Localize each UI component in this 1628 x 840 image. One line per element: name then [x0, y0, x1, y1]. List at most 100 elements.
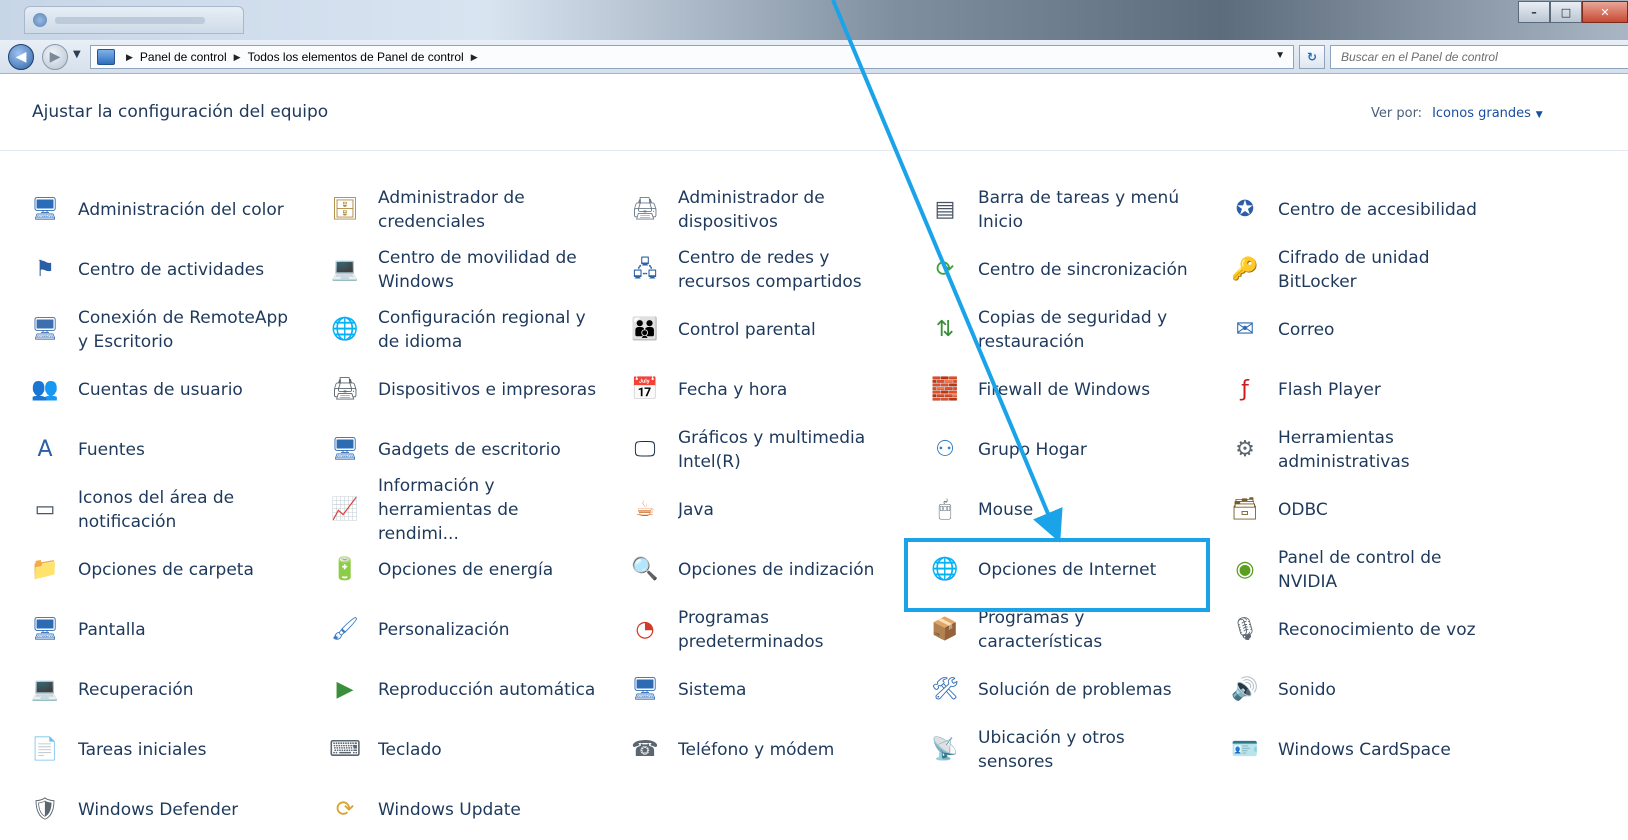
network-center-icon: 🖧	[632, 257, 658, 282]
control-panel-item[interactable]: 🗃 ODBC	[1228, 480, 1528, 540]
control-panel-item[interactable]: ⟳ Centro de sincronización	[928, 240, 1228, 300]
control-panel-item[interactable]: 🔍 Opciones de indización	[628, 540, 928, 600]
control-panel-item[interactable]: ⌨ Teclado	[328, 720, 628, 780]
control-panel-item-label: Teléfono y módem	[678, 740, 835, 760]
close-button[interactable]: ✕	[1582, 1, 1628, 23]
cardspace-icon: 🪪	[1231, 737, 1259, 762]
control-panel-item-label: Conexión de RemoteApp y Escritorio	[78, 308, 289, 352]
fonts-icon: A	[37, 437, 53, 462]
control-panel-item[interactable]: 🖧 Centro de redes y recursos compartidos	[628, 240, 928, 300]
control-panel-item[interactable]: 🖨 Administrador de dispositivos	[628, 180, 928, 240]
view-by-value[interactable]: Iconos grandes	[1432, 106, 1531, 121]
control-panel-item-label: Centro de redes y recursos compartidos	[678, 248, 862, 292]
control-panel-item[interactable]: ☕ Java	[628, 480, 928, 540]
sync-center-icon: ⟳	[935, 257, 955, 282]
control-panel-item[interactable]: 🌐 Configuración regional y de idioma	[328, 300, 628, 360]
keyboard-icon: ⌨	[329, 737, 361, 762]
view-by-label: Ver por:	[1371, 106, 1423, 121]
control-panel-item[interactable]: 🖥 Administración del color	[28, 180, 328, 240]
control-panel-item[interactable]: 🖵 Gráficos y multimedia Intel(R)	[628, 420, 928, 480]
control-panel-item[interactable]: A Fuentes	[28, 420, 328, 480]
control-panel-item[interactable]: ⇅ Copias de seguridad y restauración	[928, 300, 1228, 360]
control-panel-item-label: Información y herramientas de rendimi...	[378, 476, 519, 544]
control-panel-item[interactable]: 🖌 Personalización	[328, 600, 628, 660]
control-panel-item[interactable]: 📁 Opciones de carpeta	[28, 540, 328, 600]
chevron-right-icon[interactable]: ▶	[126, 52, 133, 63]
sound-icon: 🔊	[1231, 677, 1259, 702]
control-panel-item[interactable]: 👥 Cuentas de usuario	[28, 360, 328, 420]
view-by-dropdown[interactable]: Iconos grandes ▼	[1432, 106, 1543, 121]
bitlocker-key-icon: 🔑	[1231, 257, 1259, 282]
breadcrumb[interactable]: ▶ Panel de control ▶ Todos los elementos…	[90, 45, 1294, 69]
control-panel-item[interactable]: 🗄 Administrador de credenciales	[328, 180, 628, 240]
control-panel-icon	[97, 49, 115, 65]
mouse-icon: 🖱	[938, 497, 952, 522]
control-panel-item[interactable]: 🔋 Opciones de energía	[328, 540, 628, 600]
back-button[interactable]: ◀	[8, 44, 34, 70]
control-panel-item[interactable]: 🛠 Solución de problemas	[928, 660, 1228, 720]
refresh-button[interactable]: ↻	[1299, 45, 1325, 69]
control-panel-item[interactable]: ▭ Iconos del área de notificación	[28, 480, 328, 540]
control-panel-item-label: Administración del color	[78, 200, 284, 220]
breadcrumb-item-all-items[interactable]: Todos los elementos de Panel de control	[248, 50, 464, 64]
forward-button[interactable]: ▶	[42, 44, 68, 70]
control-panel-item[interactable]: 🛡 Windows Defender	[28, 780, 328, 840]
firewall-icon: 🧱	[931, 377, 959, 402]
control-panel-item[interactable]: ◔ Programas predeterminados	[628, 600, 928, 660]
control-panel-item[interactable]: 🎙 Reconocimiento de voz	[1228, 600, 1528, 660]
control-panel-item[interactable]: 📦 Programas y características	[928, 600, 1228, 660]
action-center-flag-icon: ⚑	[35, 257, 55, 282]
control-panel-item[interactable]: 📡 Ubicación y otros sensores	[928, 720, 1228, 780]
breadcrumb-item-control-panel[interactable]: Panel de control	[140, 50, 227, 64]
control-panel-item[interactable]: ⚇ Grupo Hogar	[928, 420, 1228, 480]
devices-printers-icon: 🖨	[331, 377, 359, 402]
control-panel-item-label: Gadgets de escritorio	[378, 440, 561, 460]
control-panel-item[interactable]: ⚑ Centro de actividades	[28, 240, 328, 300]
chevron-right-icon[interactable]: ▶	[471, 52, 478, 63]
control-panel-item[interactable]: ☎ Teléfono y módem	[628, 720, 928, 780]
control-panel-item[interactable]: ⟳ Windows Update	[328, 780, 628, 840]
control-panel-item[interactable]: ✉ Correo	[1228, 300, 1528, 360]
chevron-down-icon[interactable]: ▼	[1533, 110, 1543, 120]
minimize-button[interactable]: –	[1518, 1, 1550, 23]
control-panel-item[interactable]: 🔊 Sonido	[1228, 660, 1528, 720]
control-panel-item[interactable]: 👪 Control parental	[628, 300, 928, 360]
control-panel-item[interactable]: 🖱 Mouse	[928, 480, 1228, 540]
troubleshooting-icon: 🛠	[931, 677, 959, 702]
control-panel-item[interactable]: 🖥 Gadgets de escritorio	[328, 420, 628, 480]
control-panel-item-label: Administrador de dispositivos	[678, 188, 825, 232]
control-panel-item[interactable]: 🌐 Opciones de Internet	[928, 540, 1228, 600]
control-panel-item[interactable]: ✪ Centro de accesibilidad	[1228, 180, 1528, 240]
control-panel-item-label: Tareas iniciales	[78, 740, 207, 760]
search-box[interactable]	[1330, 45, 1628, 69]
control-panel-item-label: Configuración regional y de idioma	[378, 308, 586, 352]
default-programs-icon: ◔	[635, 617, 655, 642]
date-time-icon: 📅	[631, 377, 659, 402]
control-panel-item[interactable]: 🖥 Sistema	[628, 660, 928, 720]
control-panel-item[interactable]: 📈 Información y herramientas de rendimi..…	[328, 476, 628, 544]
mail-icon: ✉	[1235, 317, 1255, 342]
control-panel-item-label: Recuperación	[78, 680, 194, 700]
control-panel-item[interactable]: 🪪 Windows CardSpace	[1228, 720, 1528, 780]
control-panel-item[interactable]: ◉ Panel de control de NVIDIA	[1228, 540, 1528, 600]
control-panel-item[interactable]: ƒ Flash Player	[1228, 360, 1528, 420]
control-panel-item[interactable]: 📄 Tareas iniciales	[28, 720, 328, 780]
control-panel-item[interactable]: 🖥 Pantalla	[28, 600, 328, 660]
control-panel-item[interactable]: ▶ Reproducción automática	[328, 660, 628, 720]
control-panel-item[interactable]: 🔑 Cifrado de unidad BitLocker	[1228, 240, 1528, 300]
control-panel-item[interactable]: 📅 Fecha y hora	[628, 360, 928, 420]
maximize-button[interactable]: □	[1550, 1, 1582, 23]
control-panel-item[interactable]: 💻 Centro de movilidad de Windows	[328, 240, 628, 300]
recent-pages-dropdown[interactable]: ▼	[73, 49, 81, 60]
control-panel-item-label: Firewall de Windows	[978, 380, 1151, 400]
control-panel-item[interactable]: ⚙ Herramientas administrativas	[1228, 420, 1528, 480]
control-panel-item[interactable]: 🖥 Conexión de RemoteApp y Escritorio	[28, 300, 328, 360]
control-panel-item[interactable]: 🧱 Firewall de Windows	[928, 360, 1228, 420]
control-panel-item[interactable]: 🖨 Dispositivos e impresoras	[328, 360, 628, 420]
display-icon: 🖥	[31, 617, 59, 642]
chevron-right-icon[interactable]: ▶	[234, 52, 241, 63]
search-input[interactable]	[1339, 49, 1603, 65]
control-panel-item[interactable]: 💻 Recuperación	[28, 660, 328, 720]
address-dropdown-icon[interactable]: ▼	[1275, 50, 1285, 61]
control-panel-item[interactable]: ▤ Barra de tareas y menú Inicio	[928, 180, 1228, 240]
